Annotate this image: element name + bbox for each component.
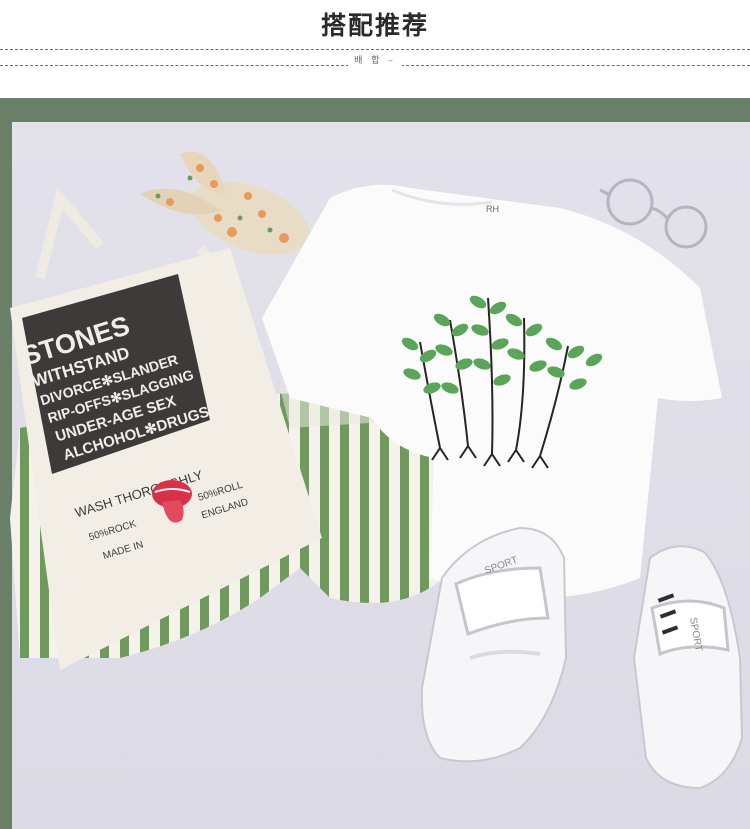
product-photo-illustration: STONES WITHSTAND DIVORCE✻SLANDER RIP-OFF…: [0, 98, 750, 829]
section-subtitle: 배 합 –: [0, 53, 750, 66]
section-title: 搭配推荐: [320, 11, 429, 40]
section-subtitle-text: 배 합 –: [348, 56, 402, 66]
dashed-divider-top: [0, 49, 750, 50]
product-photo: STONES WITHSTAND DIVORCE✻SLANDER RIP-OFF…: [0, 98, 750, 829]
section-header: 搭配推荐 배 합 –: [0, 0, 750, 98]
tshirt-label: RH: [486, 204, 499, 214]
